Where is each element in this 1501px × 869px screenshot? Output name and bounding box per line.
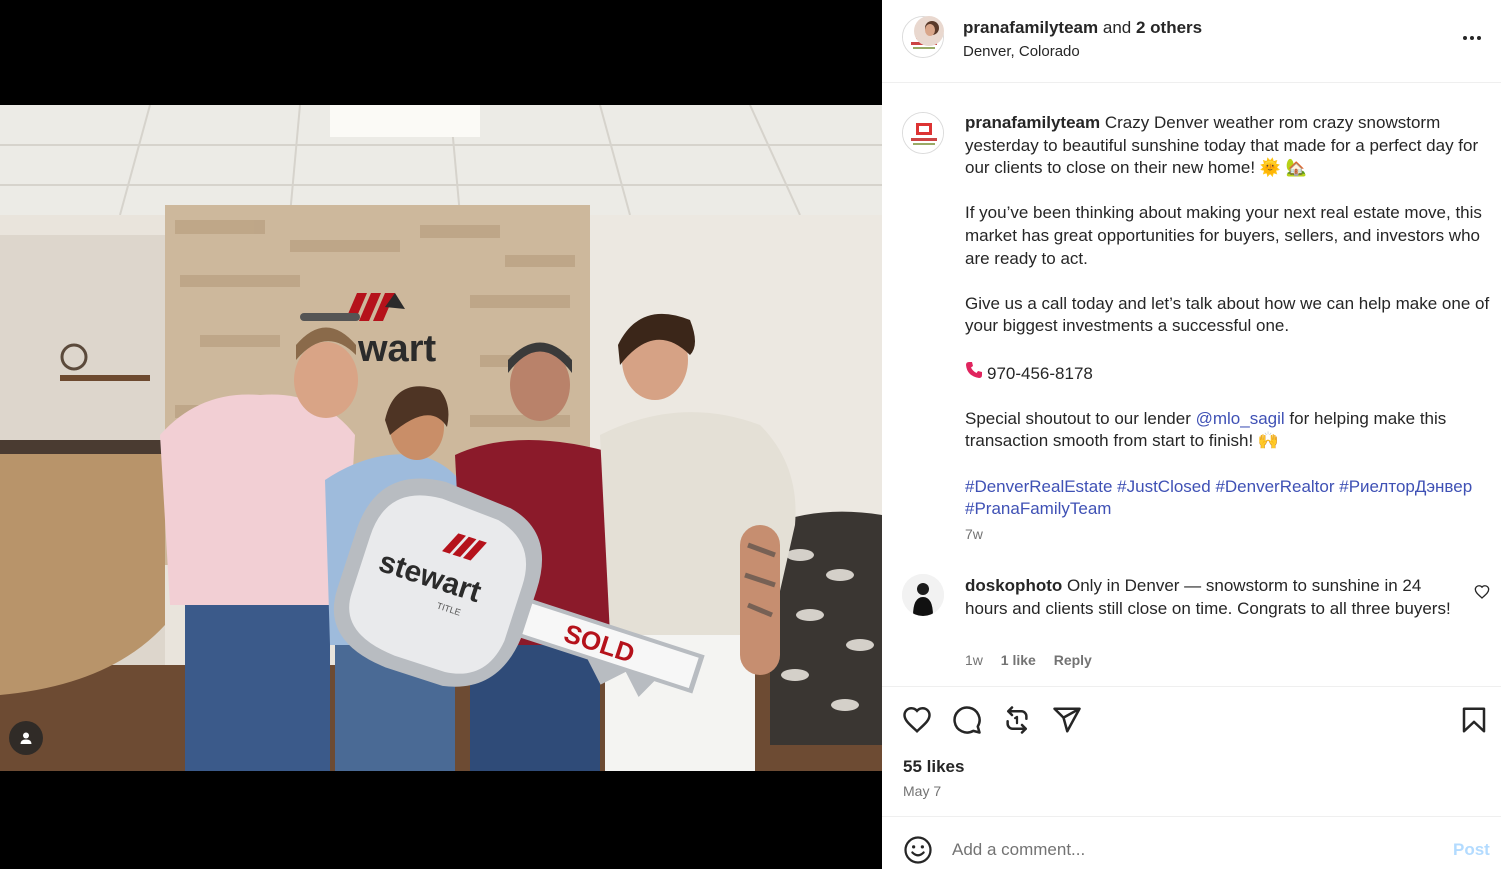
comments-area: pranafamilyteam Crazy Denver weather rom… — [882, 84, 1501, 686]
hashtag[interactable]: #PranaFamilyTeam — [965, 499, 1111, 518]
comment-time[interactable]: 1w — [965, 652, 983, 668]
caption-shoutout-pre: Special shoutout to our lender — [965, 408, 1191, 428]
caption-para3: Give us a call today and let’s talk abou… — [965, 293, 1490, 336]
comment-icon[interactable] — [952, 705, 982, 735]
heart-icon[interactable] — [902, 705, 932, 735]
comment: doskophoto Only in Denver — snowstorm to… — [965, 575, 1455, 620]
comment-reply-button[interactable]: Reply — [1054, 652, 1092, 668]
header-others[interactable]: 2 others — [1136, 18, 1202, 37]
post-header: pranafamilyteam and 2 others Denver, Col… — [882, 0, 1501, 83]
caption-time[interactable]: 7w — [965, 526, 983, 542]
hashtag[interactable]: #РиелторДэнвер — [1339, 477, 1472, 496]
comment-heart-icon[interactable] — [1474, 584, 1490, 600]
caption-mention[interactable]: @mlo_sagil — [1196, 409, 1285, 428]
comment-likes[interactable]: 1 like — [1001, 652, 1036, 668]
hashtag[interactable]: #DenverRealtor — [1215, 477, 1334, 496]
comment-meta: 1w 1 like Reply — [965, 652, 1106, 668]
collaborator-photo-icon — [914, 16, 944, 46]
post-photo[interactable]: wart stewart TITLE SOLD — [0, 105, 882, 771]
user-tag-button[interactable] — [9, 721, 43, 755]
photo-illustration: wart stewart TITLE SOLD — [0, 105, 882, 771]
comment-composer: Post — [882, 816, 1501, 869]
collaborator-avatar[interactable] — [914, 16, 944, 46]
more-icon[interactable] — [1460, 26, 1484, 50]
post-caption: pranafamilyteam Crazy Denver weather rom… — [965, 112, 1491, 543]
repost-icon[interactable] — [1002, 705, 1032, 735]
caption-avatar[interactable] — [902, 112, 944, 154]
emoji-icon[interactable] — [903, 835, 933, 865]
header-location[interactable]: Denver, Colorado — [963, 43, 1080, 60]
share-icon[interactable] — [1052, 705, 1082, 735]
caption-phone: 970-456-8178 — [987, 363, 1093, 383]
user-tag-icon — [20, 732, 32, 744]
hashtag[interactable]: #JustClosed — [1117, 477, 1211, 496]
caption-para2: If you’ve been thinking about making you… — [965, 203, 1482, 268]
media-pane: wart stewart TITLE SOLD — [0, 0, 882, 869]
hashtag[interactable]: #DenverRealEstate — [965, 477, 1112, 496]
header-title: pranafamilyteam and 2 others — [963, 18, 1202, 38]
header-joiner: and — [1102, 18, 1132, 37]
post-side-panel: pranafamilyteam and 2 others Denver, Col… — [882, 0, 1501, 869]
post-comment-button[interactable]: Post — [1453, 840, 1490, 860]
comment-avatar[interactable] — [902, 574, 944, 616]
likes-count[interactable]: 55 likes — [903, 757, 964, 777]
bookmark-icon[interactable] — [1459, 705, 1489, 735]
caption-username[interactable]: pranafamilyteam — [965, 113, 1100, 132]
wall-logo-text: wart — [357, 328, 436, 370]
commenter-photo-icon — [902, 574, 944, 616]
post-actions: 55 likes May 7 — [882, 686, 1501, 816]
header-username[interactable]: pranafamilyteam — [963, 18, 1098, 37]
post-date[interactable]: May 7 — [903, 783, 941, 799]
phone-icon — [965, 361, 987, 386]
brand-logo-icon — [903, 113, 943, 153]
comment-input[interactable] — [952, 835, 1392, 865]
comment-username[interactable]: doskophoto — [965, 576, 1062, 595]
